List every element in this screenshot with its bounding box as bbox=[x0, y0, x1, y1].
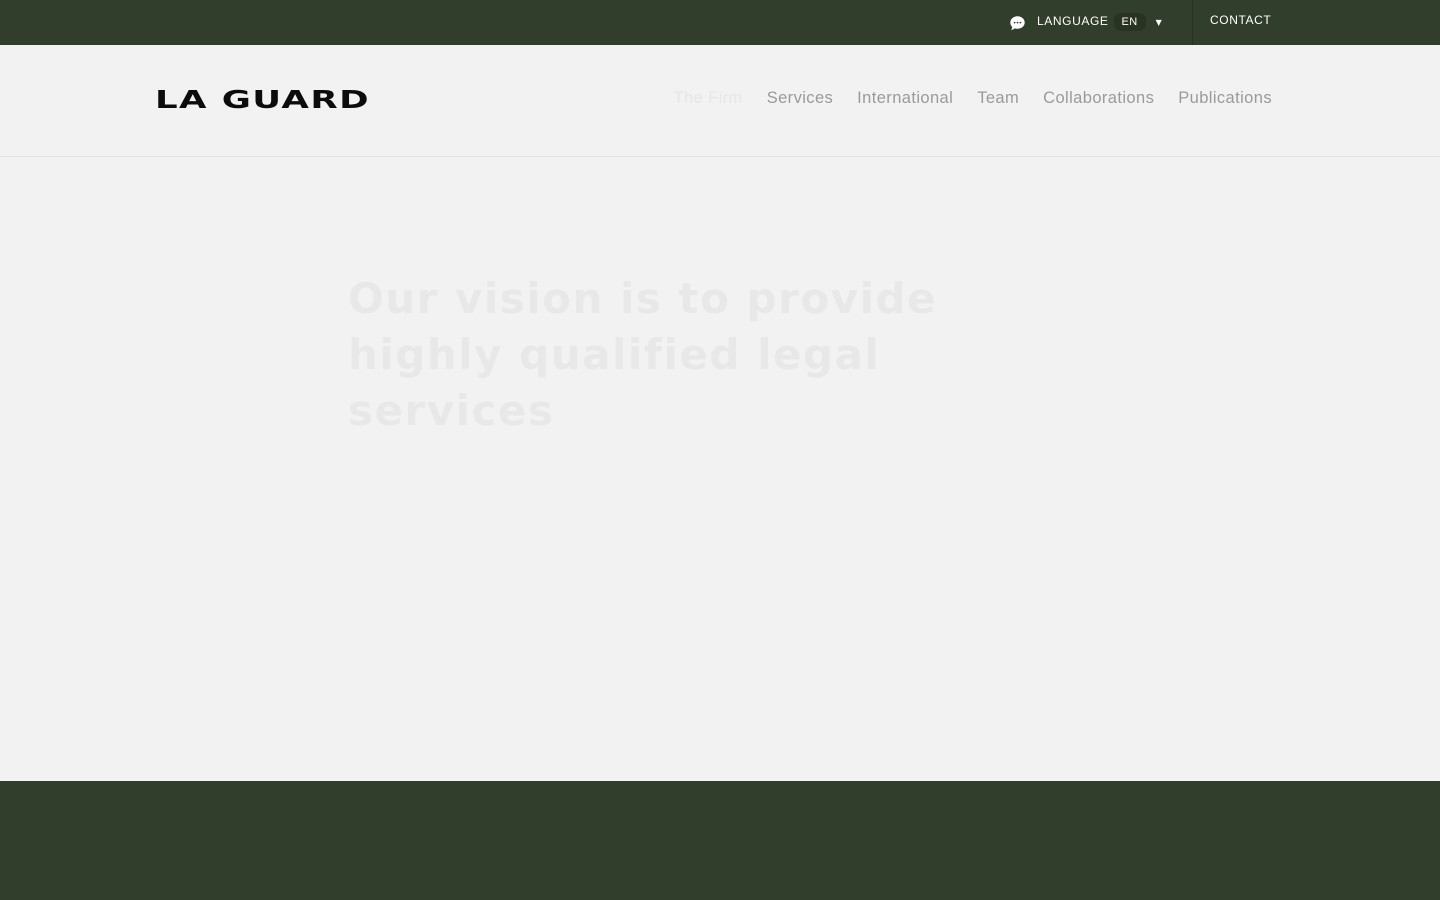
main-header: LA GUARD The Firm Services International… bbox=[0, 45, 1440, 157]
language-selector[interactable]: LANGUAGE EN ▼ bbox=[1009, 0, 1162, 45]
nav-item-services[interactable]: Services bbox=[767, 89, 833, 108]
top-utility-bar: LANGUAGE EN ▼ CONTACT bbox=[0, 0, 1440, 45]
primary-nav: The Firm Services International Team Col… bbox=[674, 89, 1273, 108]
site-logo[interactable]: LA GUARD bbox=[155, 84, 370, 116]
language-current-value[interactable]: EN bbox=[1113, 12, 1146, 31]
hero-section: Our vision is to provide highly qualifie… bbox=[0, 158, 1440, 781]
footer-band bbox=[0, 781, 1440, 900]
caret-down-icon[interactable]: ▼ bbox=[1156, 18, 1162, 27]
hero-title: Our vision is to provide highly qualifie… bbox=[348, 274, 938, 435]
nav-item-publications[interactable]: Publications bbox=[1178, 89, 1272, 108]
language-label: LANGUAGE bbox=[1037, 13, 1109, 28]
topbar-divider bbox=[1192, 0, 1193, 45]
nav-item-team[interactable]: Team bbox=[977, 89, 1019, 108]
language-dropdown[interactable]: EN ▼ bbox=[1113, 12, 1162, 31]
chat-bubble-icon bbox=[1009, 15, 1026, 32]
nav-item-the-firm[interactable]: The Firm bbox=[674, 89, 743, 108]
contact-link[interactable]: CONTACT bbox=[1210, 13, 1271, 27]
nav-item-international[interactable]: International bbox=[857, 89, 953, 108]
nav-item-collaborations[interactable]: Collaborations bbox=[1043, 89, 1154, 108]
